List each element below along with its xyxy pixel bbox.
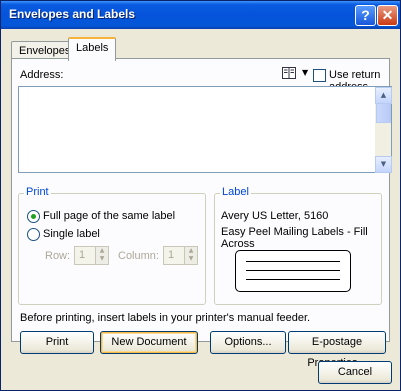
single-label-radio[interactable]	[27, 228, 40, 241]
preview-line	[246, 270, 340, 271]
address-textarea[interactable]: ▲ ▼	[18, 86, 392, 173]
tab-labels[interactable]: Labels	[68, 37, 117, 61]
epostage-properties-button[interactable]: E-postage Properties...	[288, 331, 386, 369]
preview-line	[246, 261, 340, 262]
address-book-icon[interactable]	[282, 67, 296, 79]
use-return-address-checkbox[interactable]	[313, 69, 326, 82]
labels-tab-panel: Address: ▼ Use return address ▲ ▼ Print …	[11, 58, 392, 369]
single-label-label[interactable]: Single label	[43, 228, 100, 240]
title-bar[interactable]: Envelopes and Labels ? ✕	[1, 1, 400, 29]
row-spinner[interactable]: 1 ▲ ▼	[74, 246, 109, 265]
label-group-title: Label	[220, 186, 251, 198]
print-group: Print Full page of the same label Single…	[18, 186, 206, 305]
column-value: 1	[168, 249, 175, 261]
new-document-button[interactable]: New Document	[100, 331, 198, 354]
envelopes-and-labels-dialog: Envelopes and Labels ? ✕ Envelopes Label…	[0, 0, 401, 391]
column-label: Column:	[118, 250, 159, 262]
close-button[interactable]: ✕	[377, 5, 398, 26]
scroll-up-icon[interactable]: ▲	[375, 87, 392, 104]
window-title: Envelopes and Labels	[9, 7, 136, 21]
full-page-label[interactable]: Full page of the same label	[43, 210, 175, 222]
label-product-description[interactable]: Easy Peel Mailing Labels - Fill Across	[221, 226, 381, 250]
help-button[interactable]: ?	[355, 5, 376, 26]
cancel-button[interactable]: Cancel	[318, 361, 392, 384]
spinner-arrows-icon[interactable]: ▲ ▼	[95, 247, 108, 264]
row-label: Row:	[45, 250, 71, 262]
radio-selected-dot	[31, 214, 36, 219]
full-page-radio[interactable]	[27, 210, 40, 223]
print-group-title: Print	[24, 186, 51, 198]
preview-line	[246, 279, 340, 280]
label-preview[interactable]	[235, 250, 351, 292]
scroll-thumb[interactable]	[376, 103, 391, 123]
address-label: Address:	[20, 69, 64, 81]
print-button[interactable]: Print	[20, 331, 94, 354]
column-spinner[interactable]: 1 ▲ ▼	[163, 246, 198, 265]
info-text: Before printing, insert labels in your p…	[20, 312, 311, 324]
address-scrollbar[interactable]: ▲ ▼	[375, 87, 392, 173]
spinner-arrows-icon[interactable]: ▲ ▼	[184, 247, 197, 264]
options-button[interactable]: Options...	[210, 331, 286, 354]
label-product-name[interactable]: Avery US Letter, 5160	[221, 210, 328, 222]
scroll-down-icon[interactable]: ▼	[375, 156, 392, 173]
address-book-dropdown-icon[interactable]: ▼	[302, 68, 308, 77]
label-group[interactable]: Label Avery US Letter, 5160 Easy Peel Ma…	[214, 186, 382, 305]
row-value: 1	[79, 249, 86, 261]
